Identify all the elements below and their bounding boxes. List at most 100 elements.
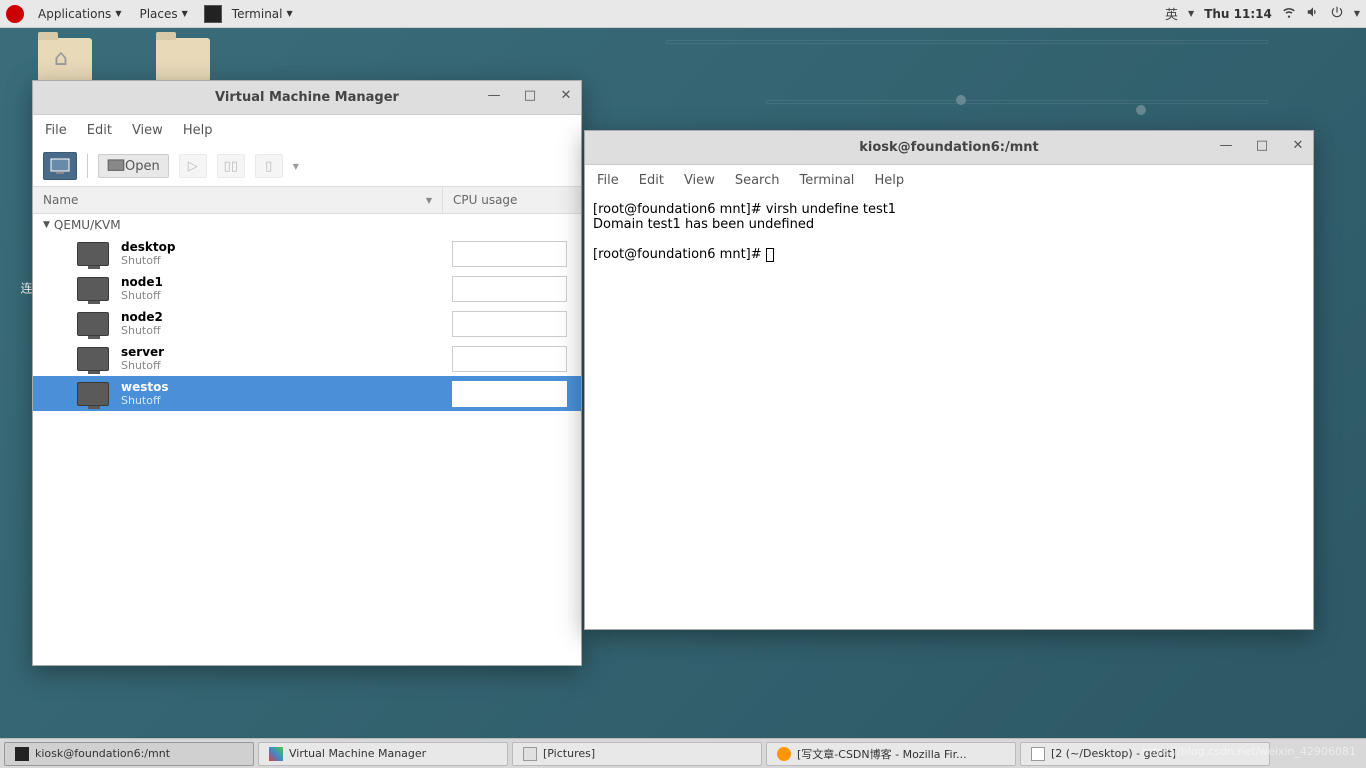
vmm-toolbar: Open ▷ ▯▯ ▯ ▼	[33, 146, 581, 187]
menu-view[interactable]: View	[684, 173, 715, 188]
volume-icon[interactable]	[1306, 5, 1320, 23]
taskbar: kiosk@foundation6:/mnt Virtual Machine Ma…	[0, 738, 1366, 768]
taskbar-button[interactable]: kiosk@foundation6:/mnt	[4, 742, 254, 766]
cpu-usage-graph	[452, 276, 567, 302]
menu-help[interactable]: Help	[183, 123, 213, 138]
clock[interactable]: Thu 11:14	[1204, 7, 1272, 21]
run-button: ▷	[179, 154, 207, 178]
vm-name: node2	[121, 310, 431, 324]
window-controls: — □ ✕	[1219, 138, 1305, 152]
watermark: https://blog.csdn.net/weixin_42906081	[1141, 745, 1356, 758]
monitor-icon	[77, 347, 109, 371]
vm-list: ▼ QEMU/KVM desktop Shutoff node1 Shutoff…	[33, 214, 581, 411]
vm-info: westos Shutoff	[121, 380, 431, 407]
panel-left: Applications ▼ Places ▼ Terminal ▼	[6, 3, 301, 25]
menu-search[interactable]: Search	[735, 173, 780, 188]
task-icon	[523, 747, 537, 761]
terminal-titlebar[interactable]: kiosk@foundation6:/mnt — □ ✕	[585, 131, 1313, 165]
vm-name: desktop	[121, 240, 431, 254]
menu-edit[interactable]: Edit	[87, 123, 112, 138]
monitor-icon	[77, 382, 109, 406]
taskbar-button[interactable]: [Pictures]	[512, 742, 762, 766]
panel-right: 英 ▼ Thu 11:14 ▼	[1165, 4, 1360, 23]
vm-row[interactable]: desktop Shutoff	[33, 236, 581, 271]
column-name[interactable]: Name ▼	[33, 187, 443, 213]
applications-label: Applications	[38, 7, 111, 21]
hypervisor-row[interactable]: ▼ QEMU/KVM	[33, 214, 581, 236]
folder-icon[interactable]	[156, 38, 210, 82]
vmm-title: Virtual Machine Manager	[215, 90, 399, 105]
terminal-menubar: File Edit View Search Terminal Help	[585, 165, 1313, 196]
top-panel: Applications ▼ Places ▼ Terminal ▼ 英 ▼ T…	[0, 0, 1366, 28]
taskbar-button[interactable]: Virtual Machine Manager	[258, 742, 508, 766]
wifi-icon[interactable]	[1282, 5, 1296, 23]
vm-row[interactable]: node2 Shutoff	[33, 306, 581, 341]
close-button[interactable]: ✕	[1291, 138, 1305, 152]
desktop-icons	[38, 38, 210, 82]
minimize-button[interactable]: —	[487, 88, 501, 102]
monitor-icon	[77, 277, 109, 301]
cpu-usage-graph	[452, 311, 567, 337]
terminal-launcher-icon[interactable]	[204, 5, 222, 23]
maximize-button[interactable]: □	[523, 88, 537, 102]
menu-help[interactable]: Help	[874, 173, 904, 188]
separator	[87, 154, 88, 178]
vm-name: node1	[121, 275, 431, 289]
open-vm-button[interactable]: Open	[98, 154, 169, 178]
pause-button: ▯▯	[217, 154, 245, 178]
task-icon	[269, 747, 283, 761]
chevron-down-icon: ▼	[287, 9, 293, 18]
redhat-icon	[6, 5, 24, 23]
menu-edit[interactable]: Edit	[639, 173, 664, 188]
menu-view[interactable]: View	[132, 123, 163, 138]
task-label: Virtual Machine Manager	[289, 747, 426, 760]
vm-row[interactable]: server Shutoff	[33, 341, 581, 376]
close-button[interactable]: ✕	[559, 88, 573, 102]
cpu-usage-graph	[452, 346, 567, 372]
terminal-label: Terminal	[232, 7, 283, 21]
vm-info: desktop Shutoff	[121, 240, 431, 267]
terminal-menu[interactable]: Terminal ▼	[224, 3, 301, 25]
cursor-icon	[766, 248, 774, 262]
column-name-label: Name	[43, 193, 78, 207]
menu-file[interactable]: File	[597, 173, 619, 188]
sort-arrow-icon: ▼	[426, 196, 432, 205]
taskbar-button[interactable]: [写文章-CSDN博客 - Mozilla Fir...	[766, 742, 1016, 766]
task-label: [写文章-CSDN博客 - Mozilla Fir...	[797, 746, 967, 762]
vm-row[interactable]: node1 Shutoff	[33, 271, 581, 306]
column-cpu-label: CPU usage	[453, 193, 517, 207]
wallpaper-dot	[1136, 105, 1146, 115]
home-folder-icon[interactable]	[38, 38, 92, 82]
applications-menu[interactable]: Applications ▼	[30, 3, 129, 25]
vm-status: Shutoff	[121, 289, 431, 302]
task-icon	[1031, 747, 1045, 761]
chevron-down-icon: ▼	[115, 9, 121, 18]
wallpaper-dot	[956, 95, 966, 105]
menu-terminal[interactable]: Terminal	[799, 173, 854, 188]
column-cpu[interactable]: CPU usage	[443, 187, 581, 213]
chevron-down-icon: ▼	[293, 162, 299, 171]
maximize-button[interactable]: □	[1255, 138, 1269, 152]
vmm-titlebar[interactable]: Virtual Machine Manager — □ ✕	[33, 81, 581, 115]
vm-info: node1 Shutoff	[121, 275, 431, 302]
new-vm-button[interactable]	[43, 152, 77, 180]
hypervisor-label: QEMU/KVM	[54, 218, 121, 232]
power-icon[interactable]	[1330, 5, 1344, 23]
menu-file[interactable]: File	[45, 123, 67, 138]
vm-row[interactable]: westos Shutoff	[33, 376, 581, 411]
vm-info: server Shutoff	[121, 345, 431, 372]
vmm-menubar: File Edit View Help	[33, 115, 581, 146]
window-controls: — □ ✕	[487, 88, 573, 102]
task-label: [Pictures]	[543, 747, 595, 760]
minimize-button[interactable]: —	[1219, 138, 1233, 152]
vm-name: westos	[121, 380, 431, 394]
monitor-icon	[77, 242, 109, 266]
places-menu[interactable]: Places ▼	[131, 3, 195, 25]
terminal-content[interactable]: [root@foundation6 mnt]# virsh undefine t…	[585, 196, 1313, 268]
terminal-window: kiosk@foundation6:/mnt — □ ✕ File Edit V…	[584, 130, 1314, 630]
monitor-icon	[77, 312, 109, 336]
vm-status: Shutoff	[121, 359, 431, 372]
task-icon	[777, 747, 791, 761]
chevron-down-icon: ▼	[1188, 9, 1194, 18]
input-method-indicator[interactable]: 英	[1165, 4, 1178, 23]
